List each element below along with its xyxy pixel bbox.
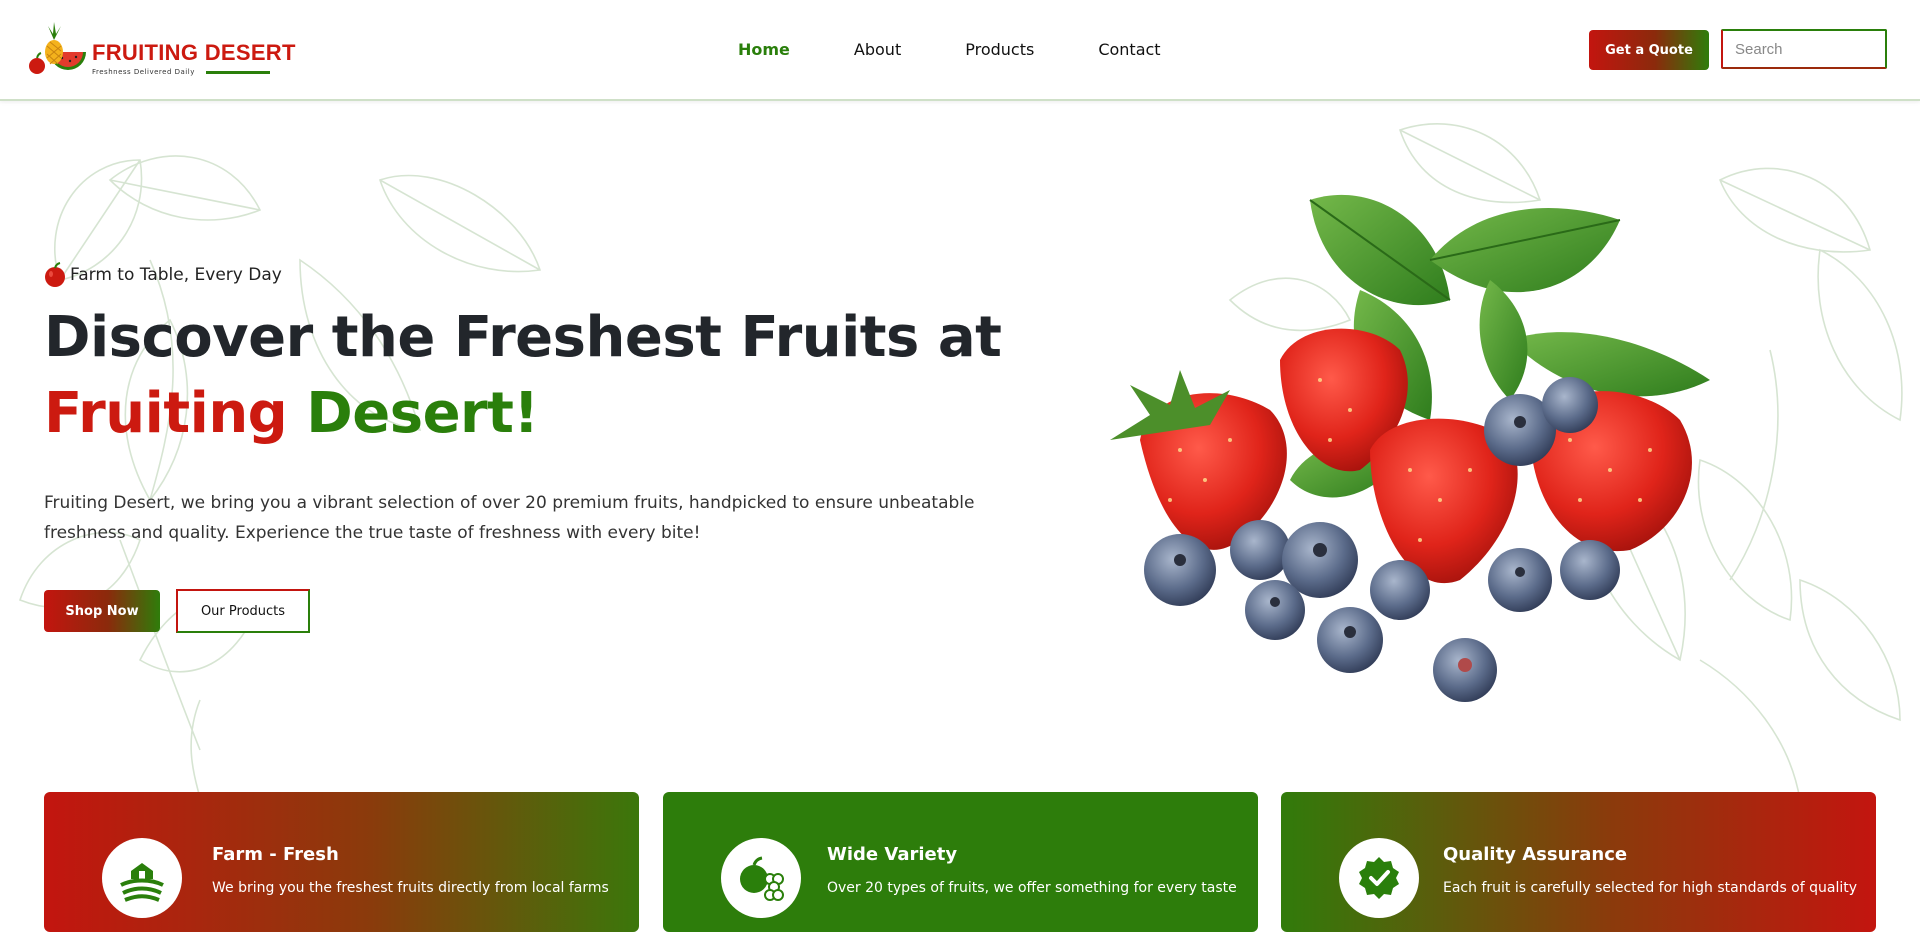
feature-text: Each fruit is carefully selected for hig… xyxy=(1443,880,1858,896)
feature-title: Farm - Fresh xyxy=(212,844,339,865)
hero-description: Fruiting Desert, we bring you a vibrant … xyxy=(44,493,975,543)
hero-title-line1: Discover the Freshest Fruits at xyxy=(44,305,1002,370)
site-header: FRUITING DESERT Freshness Delivered Dail… xyxy=(0,0,1920,101)
hero-title-green: Desert! xyxy=(306,381,539,446)
brand-tagline: Freshness Delivered Daily xyxy=(92,68,195,76)
feature-title: Quality Assurance xyxy=(1443,844,1628,865)
brand-logo[interactable]: FRUITING DESERT Freshness Delivered Dail… xyxy=(28,22,295,78)
brand-underline xyxy=(206,71,270,74)
strawberries-blueberries-image xyxy=(1110,194,1710,702)
nav-item-about[interactable]: About xyxy=(854,40,901,60)
apple-icon xyxy=(45,262,65,287)
our-products-button[interactable]: Our Products xyxy=(176,589,310,633)
get-quote-button[interactable]: Get a Quote xyxy=(1589,30,1709,70)
feature-card-farm-fresh[interactable]: Farm - Fresh We bring you the freshest f… xyxy=(44,792,639,932)
feature-card-quality-assurance[interactable]: Quality Assurance Each fruit is carefull… xyxy=(1281,792,1876,932)
shop-now-button[interactable]: Shop Now xyxy=(44,590,160,632)
farm-icon xyxy=(102,838,182,918)
hero-title-red: Fruiting xyxy=(44,381,288,446)
hero-kicker-text: Farm to Table, Every Day xyxy=(70,265,282,285)
nav-item-products[interactable]: Products xyxy=(965,40,1034,60)
nav-item-home[interactable]: Home xyxy=(738,40,790,60)
nav-item-contact[interactable]: Contact xyxy=(1098,40,1160,60)
hero-kicker: Farm to Table, Every Day xyxy=(44,262,282,288)
brand-name: FRUITING DESERT xyxy=(92,40,296,65)
feature-title: Wide Variety xyxy=(827,844,958,865)
feature-text: We bring you the freshest fruits directl… xyxy=(212,880,609,896)
hero-title: Discover the Freshest Fruits at Fruiting… xyxy=(44,300,1044,452)
feature-text: Over 20 types of fruits, we offer someth… xyxy=(827,880,1237,896)
quality-badge-icon xyxy=(1339,838,1419,918)
fruits-icon xyxy=(721,838,801,918)
feature-card-wide-variety[interactable]: Wide Variety Over 20 types of fruits, we… xyxy=(663,792,1258,932)
fruit-logo-icon xyxy=(29,22,86,74)
feature-cards: Farm - Fresh We bring you the freshest f… xyxy=(44,792,1876,932)
main-nav: Home About Products Contact xyxy=(738,40,1225,60)
search-input[interactable] xyxy=(1721,29,1887,69)
